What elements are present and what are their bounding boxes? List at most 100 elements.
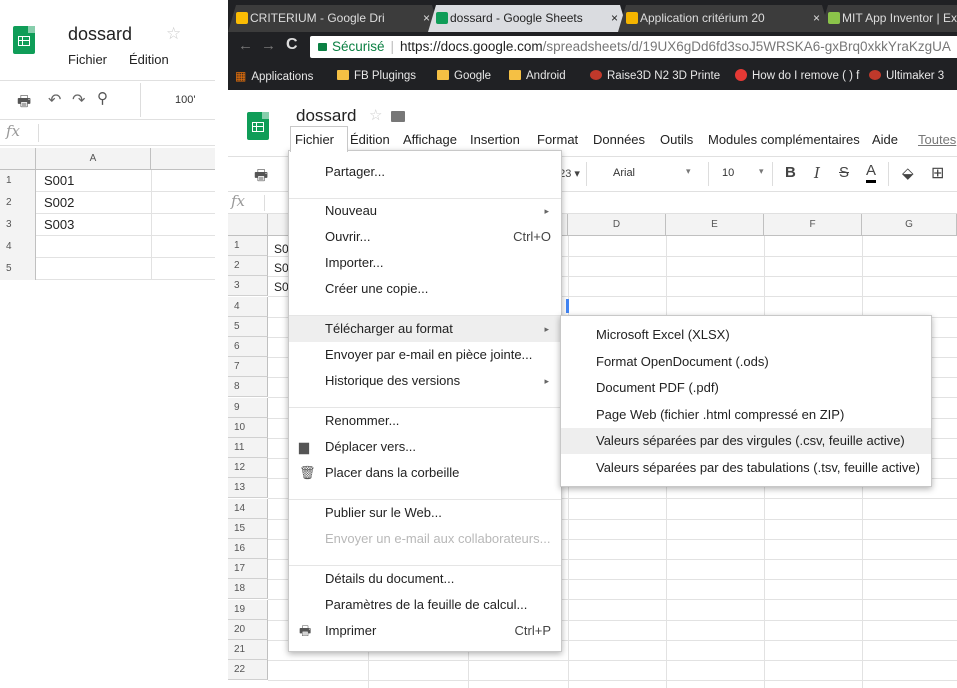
menu-edition[interactable]: Édition bbox=[350, 132, 390, 147]
row-header[interactable]: 10 bbox=[228, 418, 268, 438]
row-header[interactable]: 9 bbox=[228, 398, 268, 418]
row-header[interactable]: 19 bbox=[228, 600, 268, 620]
cell[interactable]: S003 bbox=[44, 214, 74, 236]
sheets-logo-icon[interactable] bbox=[13, 26, 35, 54]
row-header[interactable]: 13 bbox=[228, 478, 268, 498]
corner-cell[interactable] bbox=[228, 214, 268, 236]
menu-item-creer-une-copie[interactable]: Créer une copie... bbox=[289, 276, 561, 302]
bookmark-raise3d[interactable]: Raise3D N2 3D Printe bbox=[590, 62, 720, 90]
menu-item-imprimer[interactable]: 🖶 Imprimer Ctrl+P bbox=[289, 618, 561, 644]
menu-item-renommer[interactable]: Renommer... bbox=[289, 408, 561, 434]
bookmark-android[interactable]: Android bbox=[509, 62, 566, 90]
row-header[interactable]: 2 bbox=[228, 256, 268, 276]
tab-criterium[interactable]: CRITERIUM - Google Dri × bbox=[228, 5, 440, 32]
menu-toutes[interactable]: Toutes bbox=[918, 132, 956, 147]
row-header[interactable]: 4 bbox=[228, 297, 268, 317]
row-header[interactable]: 12 bbox=[228, 458, 268, 478]
download-option-valeurs-separees-par-des-virgules-csv-fe[interactable]: Valeurs séparées par des virgules (.csv,… bbox=[561, 428, 931, 454]
menu-item-deplacer-vers[interactable]: ▆ Déplacer vers... bbox=[289, 434, 561, 460]
tab-dossard[interactable]: dossard - Google Sheets × bbox=[428, 5, 628, 32]
row-header[interactable]: 3 bbox=[0, 214, 36, 236]
row-header[interactable]: 1 bbox=[228, 236, 268, 256]
cell-a1[interactable]: S0 bbox=[274, 242, 289, 256]
column-header-f[interactable]: F bbox=[764, 214, 862, 236]
forward-icon[interactable]: → bbox=[261, 37, 276, 54]
menu-modules[interactable]: Modules complémentaires bbox=[708, 132, 860, 147]
strikethrough-button[interactable]: S bbox=[839, 164, 849, 181]
bold-button[interactable]: B bbox=[785, 164, 796, 181]
row-header[interactable]: 2 bbox=[0, 192, 36, 214]
star-icon[interactable]: ☆ bbox=[166, 24, 181, 44]
row-header[interactable]: 8 bbox=[228, 377, 268, 397]
back-icon[interactable]: ← bbox=[238, 37, 253, 54]
row-header[interactable]: 16 bbox=[228, 539, 268, 559]
row-header[interactable]: 4 bbox=[0, 236, 36, 258]
download-option-format-opendocument-ods[interactable]: Format OpenDocument (.ods) bbox=[561, 349, 931, 375]
column-header-a[interactable]: A bbox=[36, 148, 151, 170]
menu-item-publier-sur-le-web[interactable]: Publier sur le Web... bbox=[289, 500, 561, 526]
row-header[interactable]: 5 bbox=[228, 317, 268, 337]
menu-item-historique-des-versions[interactable]: Historique des versions ▸ bbox=[289, 368, 561, 394]
menu-item-importer[interactable]: Importer... bbox=[289, 250, 561, 276]
doc-title[interactable]: dossard bbox=[296, 106, 356, 126]
menu-item-partager[interactable]: Partager... bbox=[289, 159, 561, 185]
doc-title[interactable]: dossard bbox=[68, 24, 132, 45]
bookmark-applications[interactable]: ▦ Applications bbox=[235, 62, 313, 90]
download-option-page-web-fichier-html-compresse-en-zip[interactable]: Page Web (fichier .html compressé en ZIP… bbox=[561, 402, 931, 428]
column-header-d[interactable]: D bbox=[568, 214, 666, 236]
menu-format[interactable]: Format bbox=[537, 132, 578, 147]
row-header[interactable]: 5 bbox=[0, 258, 36, 280]
redo-icon[interactable]: ↷ bbox=[72, 90, 85, 110]
paint-format-icon[interactable]: ⚲ bbox=[97, 89, 108, 107]
print-icon[interactable]: 🖶 bbox=[254, 165, 268, 190]
menu-item-telecharger-au-format[interactable]: Télécharger au format ▸ bbox=[289, 316, 561, 342]
menu-aide[interactable]: Aide bbox=[872, 132, 898, 147]
menu-item-details-du-document[interactable]: Détails du document... bbox=[289, 566, 561, 592]
cell-a3[interactable]: S0 bbox=[274, 280, 289, 294]
menu-affichage[interactable]: Affichage bbox=[403, 132, 457, 147]
italic-button[interactable]: I bbox=[814, 164, 820, 182]
row-header[interactable]: 22 bbox=[228, 660, 268, 680]
folder-icon[interactable] bbox=[391, 111, 405, 122]
row-header[interactable]: 11 bbox=[228, 438, 268, 458]
menu-donnees[interactable]: Données bbox=[593, 132, 645, 147]
menu-fichier[interactable]: Fichier bbox=[68, 52, 107, 67]
menu-item-envoyer-par-e-mail-en-piece-jointe[interactable]: Envoyer par e-mail en pièce jointe... bbox=[289, 342, 561, 368]
download-option-valeurs-separees-par-des-tabulations-tsv[interactable]: Valeurs séparées par des tabulations (.t… bbox=[561, 455, 931, 481]
cell-a2[interactable]: S0 bbox=[274, 261, 289, 275]
row-header[interactable]: 15 bbox=[228, 519, 268, 539]
url-field[interactable]: Sécurisé | https://docs.google.com/spreads… bbox=[310, 36, 957, 58]
menu-item-parametres-de-la-feuille-de-calcul[interactable]: Paramètres de la feuille de calcul... bbox=[289, 592, 561, 618]
tab-mit-app-inventor[interactable]: MIT App Inventor | Expl bbox=[820, 5, 957, 32]
row-header[interactable]: 7 bbox=[228, 357, 268, 377]
font-select[interactable]: Arial bbox=[613, 167, 635, 179]
menu-item-ouvrir[interactable]: Ouvrir... Ctrl+O bbox=[289, 224, 561, 250]
borders-icon[interactable]: ⊞ bbox=[931, 163, 944, 183]
print-icon[interactable]: 🖶 bbox=[17, 91, 31, 116]
row-header[interactable]: 3 bbox=[228, 276, 268, 296]
close-icon[interactable]: × bbox=[813, 5, 820, 31]
bookmark-how-do-i-remove[interactable]: How do I remove ( ) f bbox=[735, 62, 859, 90]
menu-edition[interactable]: Édition bbox=[129, 52, 169, 67]
row-header[interactable]: 21 bbox=[228, 640, 268, 660]
star-icon[interactable]: ☆ bbox=[369, 106, 382, 124]
cell[interactable]: S001 bbox=[44, 170, 74, 192]
reload-icon[interactable]: C bbox=[286, 36, 298, 54]
sheets-logo-icon[interactable] bbox=[247, 112, 269, 140]
undo-icon[interactable]: ↶ bbox=[48, 90, 61, 110]
fill-color-icon[interactable]: ⬙ bbox=[902, 164, 914, 182]
close-icon[interactable]: × bbox=[423, 5, 430, 31]
zoom-select[interactable]: 100' bbox=[175, 94, 195, 106]
chevron-down-icon[interactable]: ▾ bbox=[686, 166, 691, 177]
row-header[interactable]: 6 bbox=[228, 337, 268, 357]
bookmark-fb-plugings[interactable]: FB Plugings bbox=[337, 62, 416, 90]
row-header[interactable]: 20 bbox=[228, 620, 268, 640]
menu-item-placer-dans-la-corbeille[interactable]: 🗑 Placer dans la corbeille bbox=[289, 460, 561, 486]
column-header-g[interactable]: G bbox=[862, 214, 957, 236]
menu-insertion[interactable]: Insertion bbox=[470, 132, 520, 147]
menu-item-nouveau[interactable]: Nouveau ▸ bbox=[289, 198, 561, 224]
download-option-microsoft-excel-xlsx[interactable]: Microsoft Excel (XLSX) bbox=[561, 322, 931, 348]
row-header[interactable]: 17 bbox=[228, 559, 268, 579]
cell[interactable]: S002 bbox=[44, 192, 74, 214]
menu-fichier[interactable]: Fichier bbox=[295, 132, 334, 147]
